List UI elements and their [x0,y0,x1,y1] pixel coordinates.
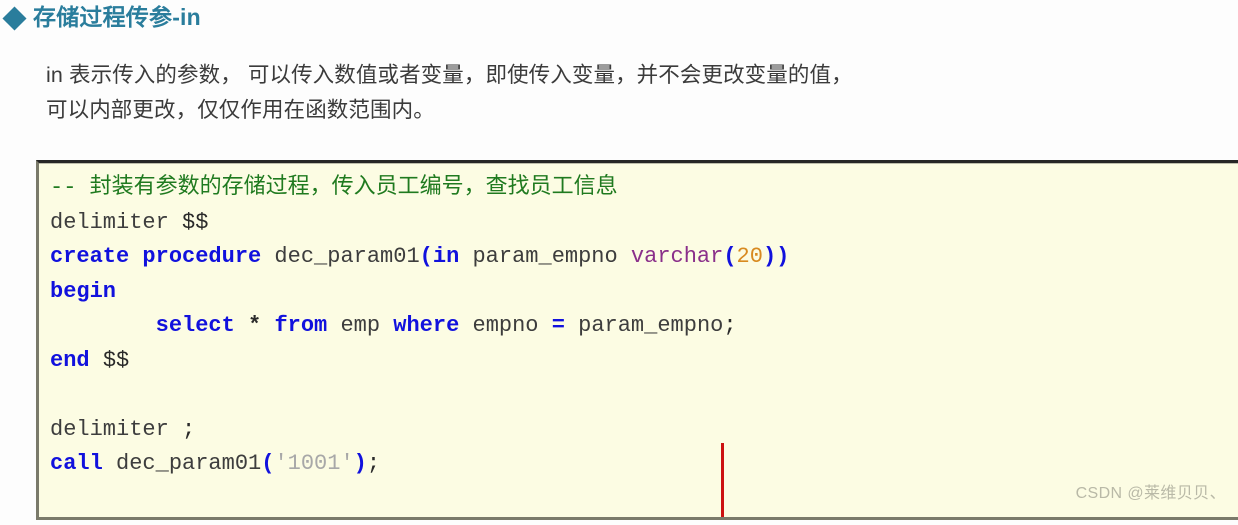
code-token: end [50,347,90,373]
code-token: call [50,451,103,476]
line-select[interactable]: select * from emp where empno = param_em… [50,309,789,344]
line-begin[interactable]: begin [50,275,789,310]
code-token: = [551,313,565,338]
code-token: -- 封装有参数的存储过程，传入员工编号，查找员工信息 [50,175,618,200]
code-token: param_empno [564,313,724,338]
code-token: begin [50,278,117,304]
code-token: empno [459,313,552,338]
line-delimiter-semicolon[interactable]: delimiter ; [50,413,789,448]
code-token: * [248,313,262,338]
code-token: create procedure [50,244,262,269]
code-token: ( [261,451,275,476]
line-blank[interactable] [50,378,789,413]
code-token: '1001' [274,451,354,476]
code-lines-container[interactable]: -- 封装有参数的存储过程，传入员工编号，查找员工信息 delimiter $$ c… [50,171,789,482]
diamond-bullet-icon [2,5,27,31]
code-token: dec_param01 [261,244,420,269]
line-call[interactable]: call dec_param01('1001'); [50,447,789,482]
text-caret [721,443,724,517]
description-line-2: 可以内部更改，仅仅作用在函数范围内。 [46,98,435,122]
code-token: varchar [630,244,724,269]
page-title: 存储过程传参-in [33,4,201,30]
code-token: ; [723,313,737,338]
code-token: param_empno [459,244,631,269]
code-token: dec_param01 [102,451,262,476]
code-block-top-edge [39,163,1238,164]
code-token: select [155,313,235,338]
line-comment[interactable]: -- 封装有参数的存储过程，传入员工编号，查找员工信息 [50,171,789,206]
code-token: delimiter [50,209,183,235]
code-token: ; [182,416,196,442]
code-token: where [393,313,460,338]
code-token: delimiter [50,416,183,442]
page-heading: 存储过程传参-in [2,2,201,32]
code-token: 20 [736,244,763,269]
code-token: emp [327,313,394,338]
code-token: ( [723,244,737,269]
code-token: $$ [102,347,130,373]
code-token: $$ [182,209,209,235]
code-token: ( [419,244,433,269]
description-line-1: in 表示传入的参数， 可以传入数值或者变量，即使传入变量，并不会更改变量的值， [46,63,853,87]
line-delimiter-dollar[interactable]: delimiter $$ [50,206,789,241]
sql-code-block[interactable]: -- 封装有参数的存储过程，传入员工编号，查找员工信息 delimiter $$ c… [36,160,1238,520]
description-paragraph: in 表示传入的参数， 可以传入数值或者变量，即使传入变量，并不会更改变量的值，… [46,58,1166,128]
csdn-watermark: CSDN @莱维贝贝、 [1075,485,1226,502]
code-token: ; [366,451,381,476]
code-token: in [432,244,460,269]
code-token: )) [762,244,790,269]
line-create-procedure[interactable]: create procedure dec_param01(in param_em… [50,240,789,275]
code-token: from [274,313,328,338]
line-end[interactable]: end $$ [50,344,789,379]
code-token: ) [353,451,367,476]
